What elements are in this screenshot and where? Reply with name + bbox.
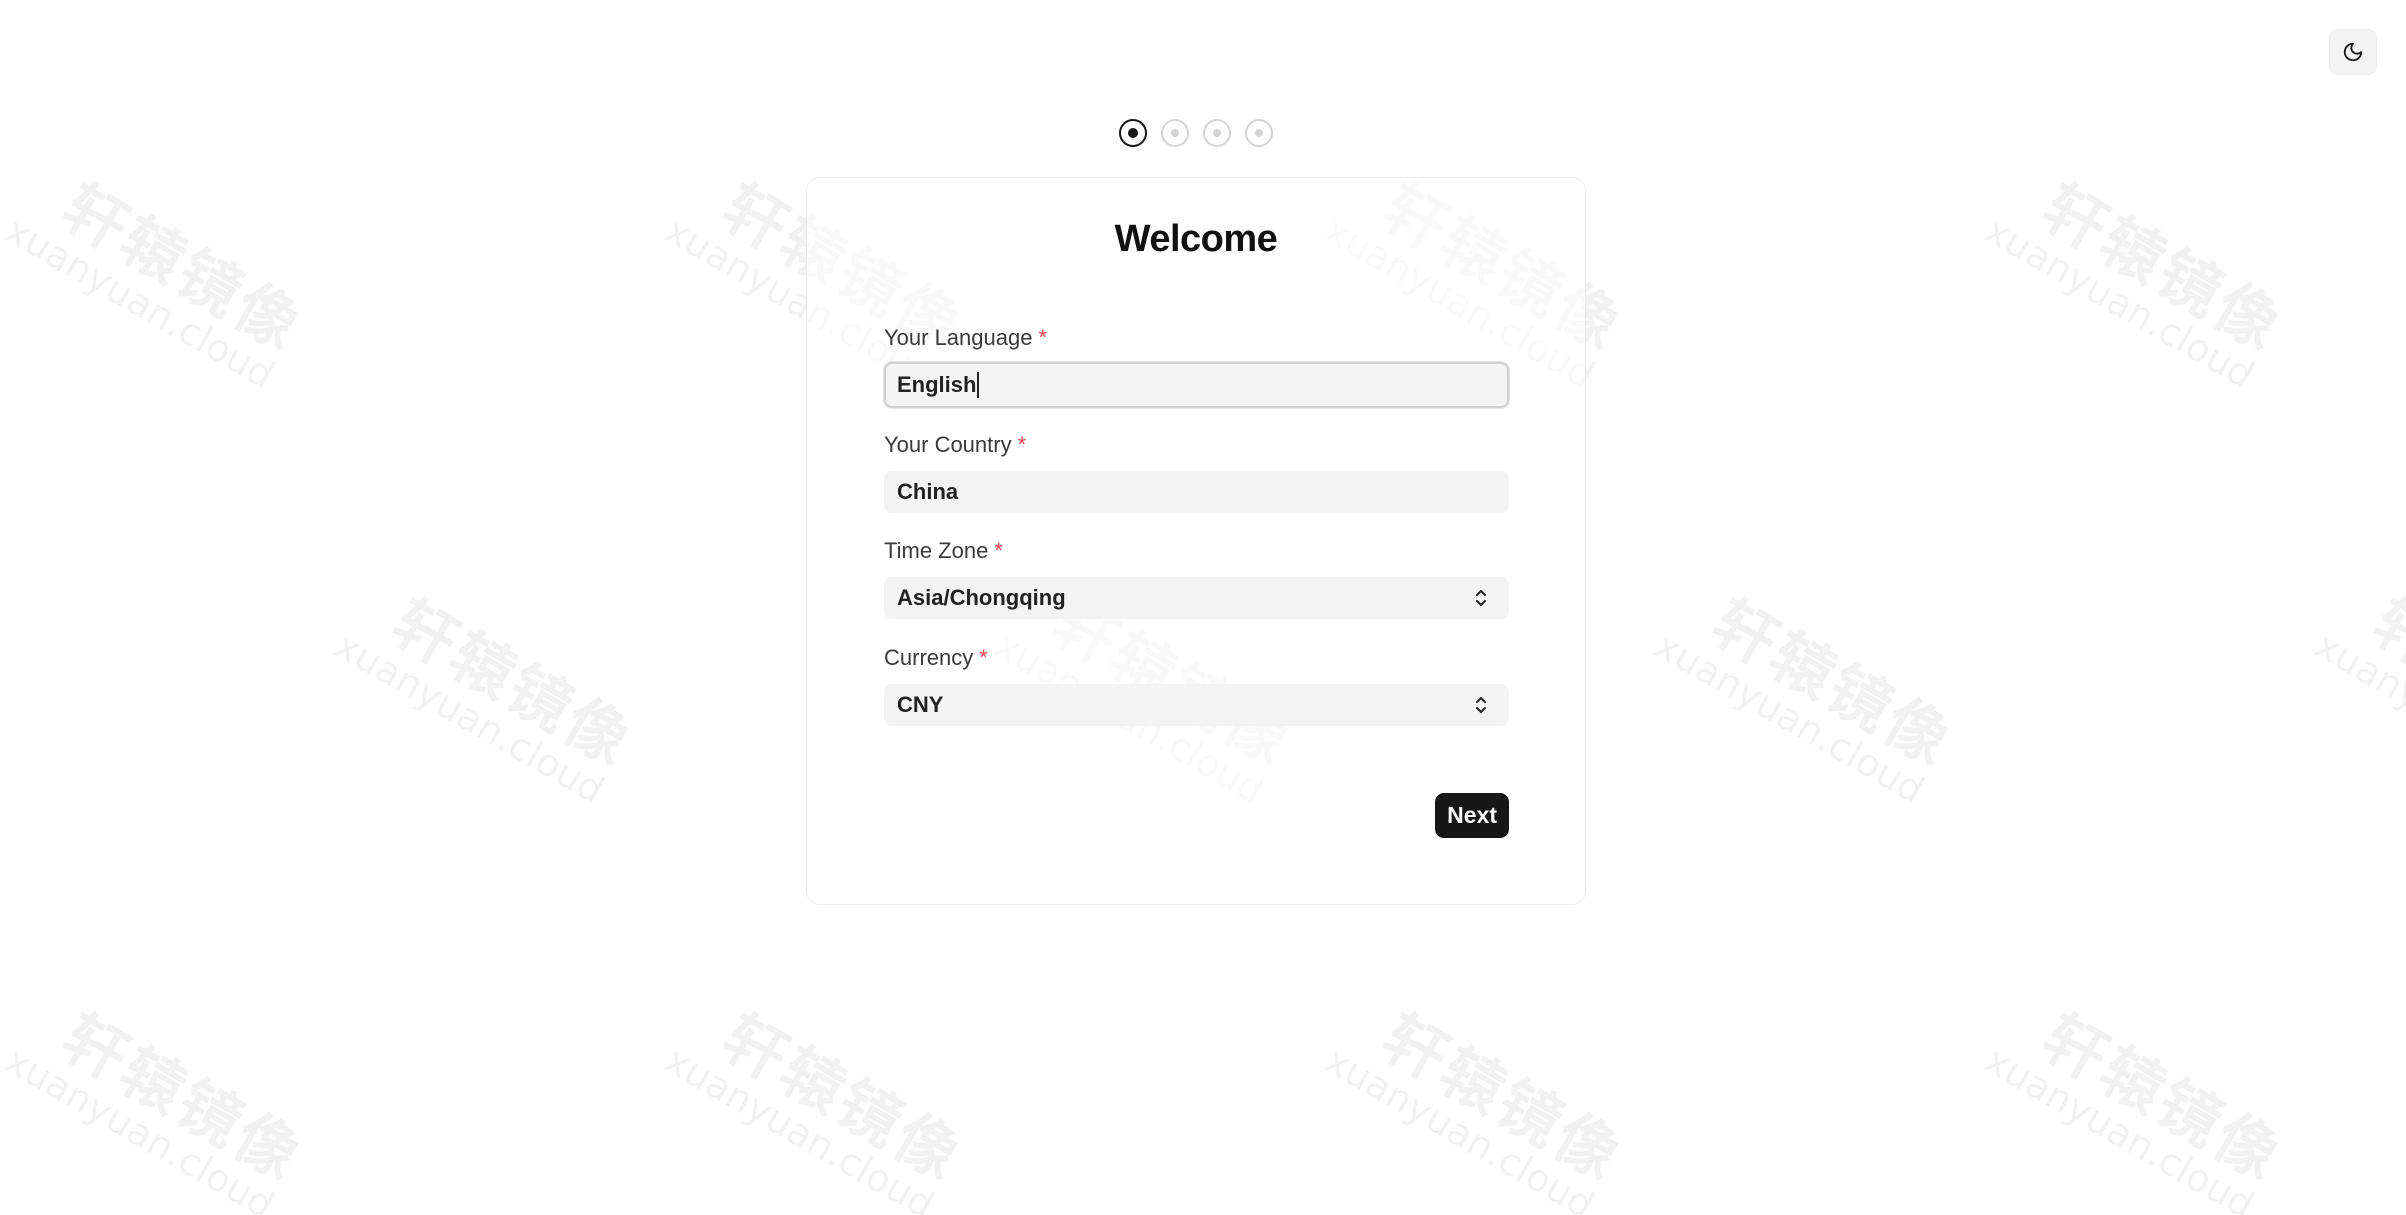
currency-label: Currency *	[884, 645, 988, 670]
step-dot	[1213, 129, 1221, 137]
timezone-value: Asia/Chongqing	[897, 585, 1066, 610]
chevron-up-down-icon	[1476, 697, 1486, 713]
watermark: 轩辕镜像xuanyuan.cloud	[1647, 585, 1966, 813]
watermark: 轩辕镜像xuanyuan.cloud	[1317, 1000, 1636, 1215]
timezone-select[interactable]: Asia/Chongqing	[884, 577, 1509, 619]
step-indicator	[1119, 119, 1273, 147]
required-mark: *	[1017, 432, 1027, 457]
required-mark: *	[1038, 325, 1048, 350]
theme-toggle-button[interactable]	[2329, 29, 2377, 75]
next-button[interactable]: Next	[1435, 793, 1509, 838]
setup-page: 轩辕镜像xuanyuan.cloud 轩辕镜像xuanyuan.cloud 轩辕…	[0, 0, 2406, 1215]
watermark: 轩辕镜像xuanyuan.cloud	[2307, 585, 2406, 813]
step-4[interactable]	[1245, 119, 1273, 147]
currency-field: Currency * CNY	[884, 644, 1509, 726]
watermark: 轩辕镜像xuanyuan.cloud	[327, 585, 646, 813]
country-value: China	[897, 479, 959, 504]
country-input[interactable]: China	[884, 471, 1509, 513]
timezone-label: Time Zone *	[884, 538, 1003, 563]
required-mark: *	[979, 645, 988, 670]
required-mark: *	[994, 538, 1003, 563]
watermark: 轩辕镜像xuanyuan.cloud	[0, 170, 316, 398]
currency-select[interactable]: CNY	[884, 684, 1509, 726]
country-field: Your Country * China	[884, 431, 1509, 513]
chevron-up-down-icon	[1476, 590, 1486, 606]
watermark: 轩辕镜像xuanyuan.cloud	[1977, 1000, 2296, 1215]
language-field: Your Language * English	[884, 324, 1509, 408]
step-2[interactable]	[1161, 119, 1189, 147]
watermark: 轩辕镜像xuanyuan.cloud	[657, 1000, 976, 1215]
text-caret	[977, 372, 979, 398]
page-title: Welcome	[1114, 218, 1278, 260]
step-dot	[1171, 129, 1179, 137]
step-3[interactable]	[1203, 119, 1231, 147]
moon-icon	[2343, 42, 2363, 62]
currency-value: CNY	[897, 692, 944, 717]
watermark: 轩辕镜像xuanyuan.cloud	[0, 1000, 316, 1215]
timezone-field: Time Zone * Asia/Chongqing	[884, 537, 1509, 619]
step-1[interactable]	[1119, 119, 1147, 147]
step-dot	[1128, 128, 1138, 138]
step-dot	[1255, 129, 1263, 137]
setup-card: Welcome Your Language * English Your Coun…	[806, 177, 1586, 905]
country-label: Your Country *	[884, 432, 1027, 457]
language-input[interactable]: English	[884, 362, 1509, 408]
language-value: English	[897, 372, 977, 397]
language-label: Your Language *	[884, 325, 1048, 350]
watermark: 轩辕镜像xuanyuan.cloud	[1977, 170, 2296, 398]
